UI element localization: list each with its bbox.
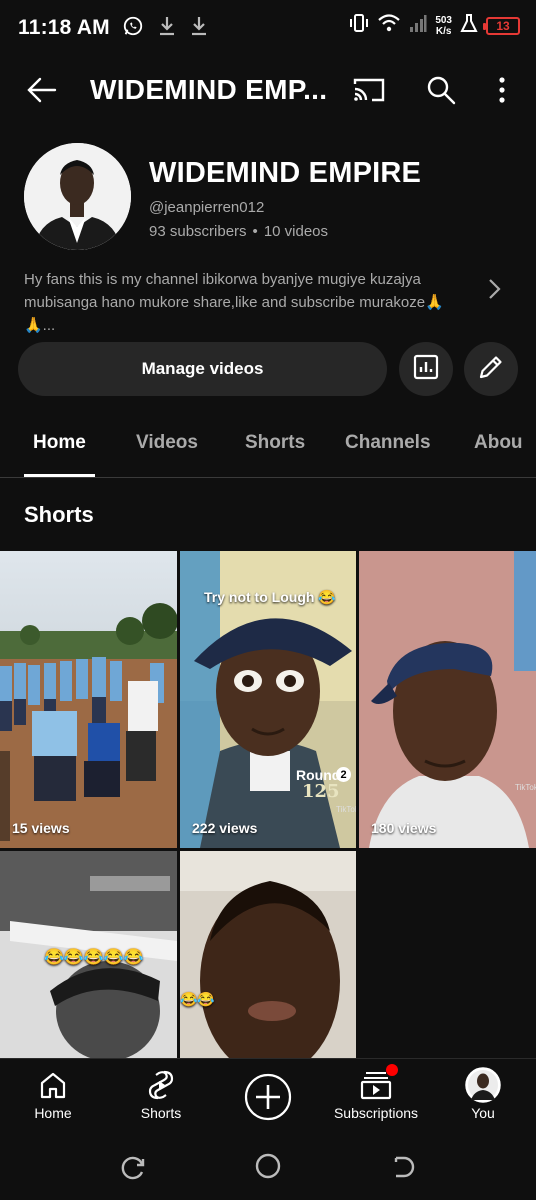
video-count: 10 videos (263, 223, 329, 240)
analytics-icon (413, 354, 439, 385)
tab-home[interactable]: Home (33, 432, 86, 454)
short-thumbnail-image (359, 551, 536, 848)
tab-channels[interactable]: Channels (345, 432, 431, 454)
edit-pencil-icon (477, 353, 505, 386)
stats-separator: • (252, 223, 258, 240)
channel-tabs: Home Videos Shorts Channels Abou (0, 412, 536, 478)
channel-avatar[interactable] (24, 143, 131, 250)
short-view-count: 180 views (371, 820, 437, 836)
create-plus-icon (243, 1072, 293, 1122)
cast-button[interactable] (348, 72, 390, 112)
short-thumbnail[interactable]: 15 views (0, 551, 177, 848)
status-bar: 11:18 AM 503 K/s 13 (0, 0, 536, 56)
analytics-button[interactable] (399, 342, 453, 396)
manage-videos-button[interactable]: Manage videos (18, 342, 387, 396)
back-icon[interactable] (388, 1154, 416, 1187)
tiktok-watermark: TikTok (515, 783, 536, 792)
short-thumbnail-image (180, 851, 356, 1058)
channel-stats: 93 subscribers • 10 videos (149, 223, 328, 240)
short-thumbnail[interactable]: 😂😂 (180, 851, 356, 1058)
short-thumbnail-image (0, 551, 177, 848)
tab-about[interactable]: Abou (474, 432, 523, 454)
vibrate-icon (349, 12, 369, 39)
round-score: 125 (302, 781, 340, 802)
edit-channel-button[interactable] (464, 342, 518, 396)
more-vert-icon (498, 76, 506, 108)
nav-label: Shorts (140, 1105, 182, 1121)
tiktok-watermark: TikTok (336, 805, 356, 814)
shorts-icon (148, 1069, 174, 1101)
signal-icon (409, 13, 427, 38)
cast-icon (352, 76, 386, 109)
short-overlay-emojis: 😂😂 (180, 991, 215, 1007)
short-view-count: 15 views (12, 820, 70, 836)
download-icon (158, 15, 176, 42)
short-thumbnail[interactable]: Try not to Lough 😂 Round 2 125 TikTok 22… (180, 551, 356, 848)
description-expand-button[interactable] (480, 277, 508, 305)
active-tab-indicator (24, 474, 95, 477)
notification-badge (386, 1064, 398, 1076)
wifi-icon (377, 13, 401, 38)
section-title: Shorts (24, 502, 94, 527)
nav-label: You (471, 1105, 495, 1121)
round-badge: 2 (336, 767, 351, 782)
short-thumbnail[interactable]: TikTok 180 views (359, 551, 536, 848)
nav-subscriptions[interactable]: Subscriptions (330, 1059, 422, 1137)
channel-handle: @jeanpierren012 (149, 199, 265, 216)
page-title: WIDEMIND EMP... (90, 74, 328, 105)
network-speed: 503 K/s (435, 14, 452, 37)
back-button[interactable] (22, 72, 62, 112)
recents-icon[interactable] (120, 1154, 148, 1187)
download-icon (190, 15, 208, 42)
short-thumbnail[interactable]: 😂😂😂😂😂 (0, 851, 177, 1058)
channel-description[interactable]: Hy fans this is my channel ibikorwa byan… (24, 268, 474, 337)
search-icon (426, 75, 456, 110)
bottom-navigation: Home Shorts Subscriptions You (0, 1058, 536, 1136)
lab-icon (460, 13, 478, 38)
nav-label: Home (34, 1105, 72, 1121)
tab-shorts[interactable]: Shorts (245, 432, 305, 454)
back-arrow-icon (27, 77, 57, 108)
nav-home[interactable]: Home (30, 1059, 76, 1137)
nav-shorts[interactable]: Shorts (135, 1059, 187, 1137)
top-app-bar: WIDEMIND EMP... (0, 56, 536, 126)
chevron-right-icon (487, 278, 501, 305)
battery-icon: 13 (483, 16, 520, 35)
subscriptions-icon (360, 1064, 398, 1101)
tab-videos[interactable]: Videos (136, 432, 198, 454)
status-time: 11:18 AM (18, 16, 110, 39)
profile-avatar-icon (465, 1067, 501, 1103)
nav-create[interactable] (243, 1059, 293, 1137)
nav-label: Subscriptions (333, 1105, 419, 1121)
system-navigation-bar (0, 1136, 536, 1200)
more-options-button[interactable] (484, 72, 520, 112)
short-overlay-emojis: 😂😂😂😂😂 (44, 949, 144, 966)
short-view-count: 222 views (192, 820, 258, 836)
home-icon (40, 1069, 66, 1101)
channel-name: WIDEMIND EMPIRE (149, 157, 422, 189)
subscriber-count: 93 subscribers (149, 223, 247, 240)
short-overlay-text: Try not to Lough 😂 (204, 589, 336, 605)
home-circle-icon[interactable] (254, 1152, 282, 1185)
search-button[interactable] (420, 72, 462, 112)
nav-you[interactable]: You (464, 1059, 502, 1137)
whatsapp-icon (122, 15, 144, 42)
